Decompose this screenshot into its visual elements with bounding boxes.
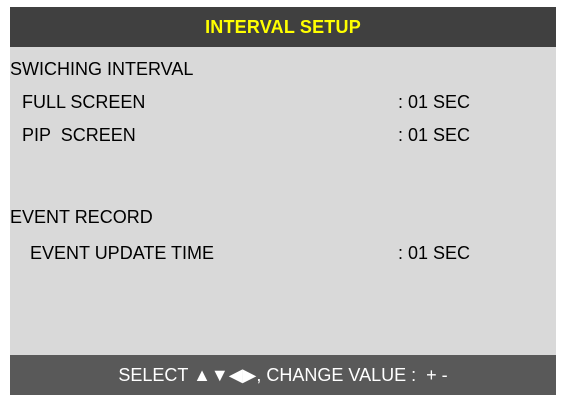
menu-title: INTERVAL SETUP xyxy=(205,16,361,37)
full-screen-value[interactable]: : 01 SEC xyxy=(398,92,470,113)
event-update-time-row[interactable]: EVENT UPDATE TIME : 01 SEC xyxy=(10,243,556,271)
switching-interval-heading: SWICHING INTERVAL xyxy=(10,59,194,79)
event-record-heading-row: EVENT RECORD xyxy=(10,207,556,235)
event-update-time-value[interactable]: : 01 SEC xyxy=(398,243,470,264)
event-update-time-label: EVENT UPDATE TIME xyxy=(30,243,215,263)
pip-screen-label: PIP SCREEN xyxy=(22,125,136,145)
footer-bar: SELECT ▲▼◀▶, CHANGE VALUE : + - xyxy=(10,355,556,395)
pip-screen-row[interactable]: PIP SCREEN : 01 SEC xyxy=(10,125,556,153)
full-screen-row[interactable]: FULL SCREEN : 01 SEC xyxy=(10,92,556,120)
navigation-hint: SELECT ▲▼◀▶, CHANGE VALUE : + - xyxy=(118,364,448,385)
full-screen-label: FULL SCREEN xyxy=(22,92,146,112)
title-bar: INTERVAL SETUP xyxy=(10,7,556,47)
event-record-heading: EVENT RECORD xyxy=(10,207,153,227)
switching-interval-heading-row: SWICHING INTERVAL xyxy=(10,59,556,87)
menu-content: SWICHING INTERVAL FULL SCREEN : 01 SEC P… xyxy=(10,47,556,355)
interval-setup-menu: INTERVAL SETUP SWICHING INTERVAL FULL SC… xyxy=(10,7,556,395)
pip-screen-value[interactable]: : 01 SEC xyxy=(398,125,470,146)
